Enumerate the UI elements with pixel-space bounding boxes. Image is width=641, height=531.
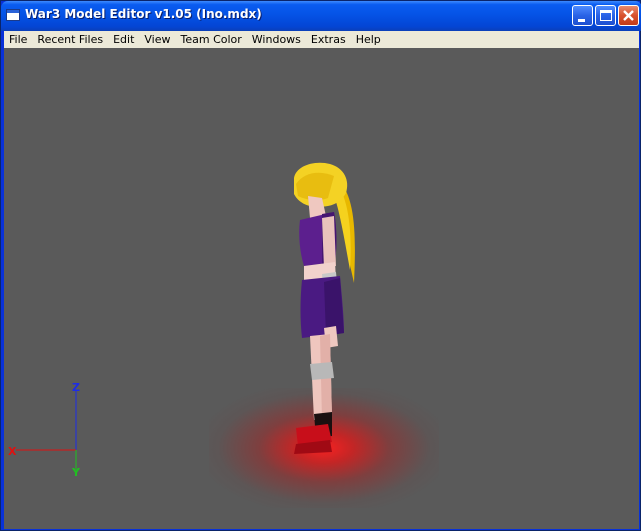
menu-help[interactable]: Help bbox=[351, 31, 386, 48]
maximize-icon bbox=[600, 10, 612, 21]
model-viewport[interactable]: Z X Y bbox=[4, 48, 639, 529]
menu-bar: File Recent Files Edit View Team Color W… bbox=[4, 31, 639, 48]
menu-team-color[interactable]: Team Color bbox=[176, 31, 247, 48]
close-button[interactable] bbox=[618, 5, 639, 26]
menu-view[interactable]: View bbox=[139, 31, 175, 48]
menu-edit[interactable]: Edit bbox=[108, 31, 139, 48]
menu-extras[interactable]: Extras bbox=[306, 31, 351, 48]
title-bar[interactable]: War3 Model Editor v1.05 (Ino.mdx) bbox=[1, 1, 641, 31]
z-axis-label: Z bbox=[72, 381, 80, 394]
app-window: War3 Model Editor v1.05 (Ino.mdx) File R… bbox=[0, 0, 641, 531]
maximize-button[interactable] bbox=[595, 5, 616, 26]
x-axis-label: X bbox=[8, 445, 17, 458]
menu-file[interactable]: File bbox=[4, 31, 32, 48]
close-icon bbox=[623, 10, 634, 21]
window-title: War3 Model Editor v1.05 (Ino.mdx) bbox=[25, 7, 262, 21]
menu-windows[interactable]: Windows bbox=[247, 31, 306, 48]
y-axis-label: Y bbox=[72, 466, 80, 479]
app-window-icon[interactable] bbox=[6, 9, 20, 21]
menu-recent-files[interactable]: Recent Files bbox=[32, 31, 108, 48]
minimize-button[interactable] bbox=[572, 5, 593, 26]
minimize-icon bbox=[578, 19, 585, 22]
axis-gizmo bbox=[16, 390, 77, 470]
